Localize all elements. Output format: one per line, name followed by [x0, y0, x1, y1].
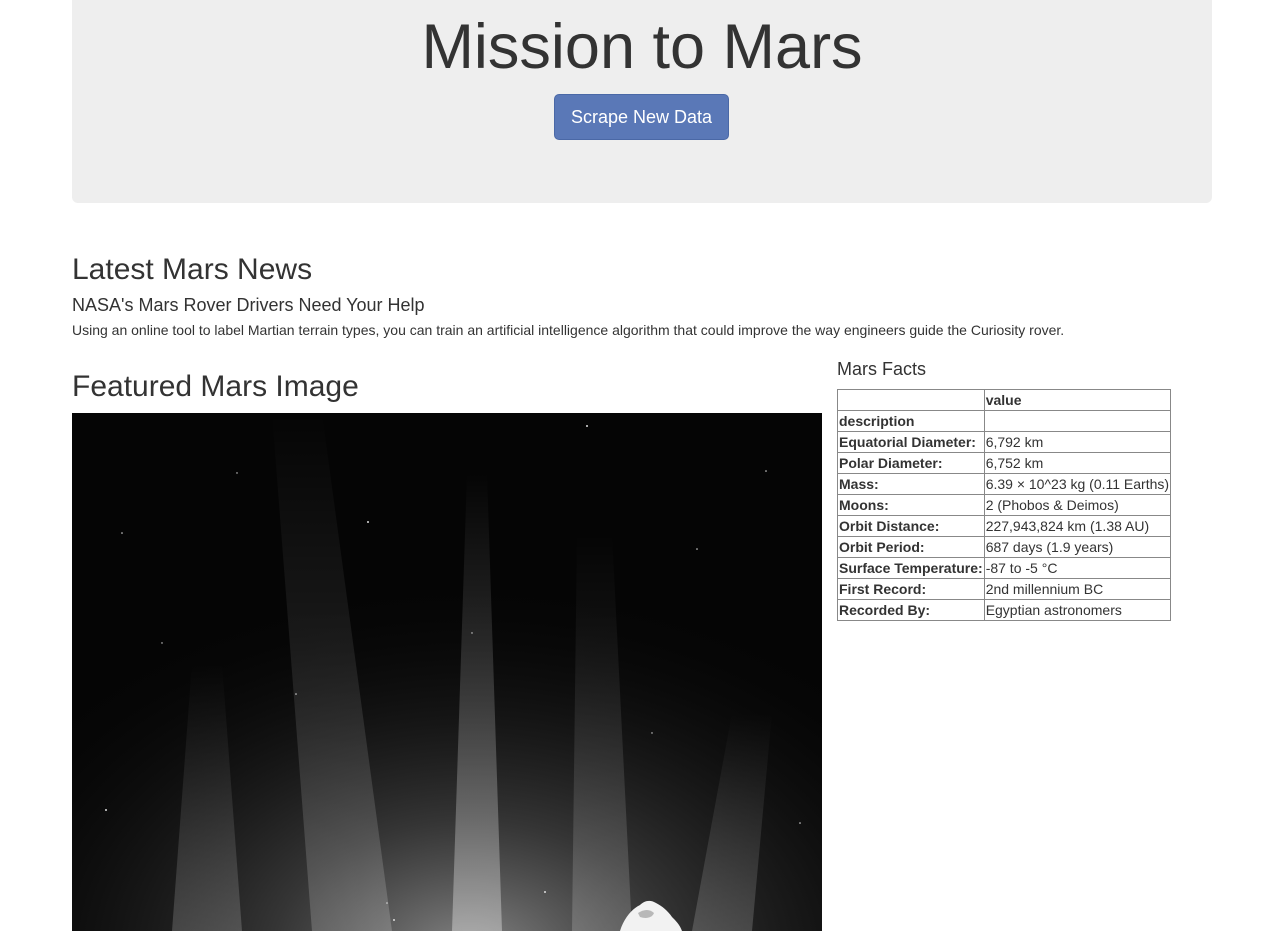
- news-paragraph: Using an online tool to label Martian te…: [72, 322, 1065, 338]
- fact-value: Egyptian astronomers: [983, 599, 1172, 621]
- fact-value: [983, 410, 1172, 432]
- featured-mars-image: [72, 413, 822, 931]
- news-title: NASA's Mars Rover Drivers Need Your Help: [72, 295, 425, 315]
- fact-label: Orbit Distance:: [837, 515, 985, 537]
- fact-value: 227,943,824 km (1.38 AU): [983, 515, 1172, 537]
- table-row: Moons: 2 (Phobos & Deimos): [837, 494, 1172, 516]
- page-title: Mission to Mars: [421, 12, 863, 82]
- fact-value: 2nd millennium BC: [983, 578, 1172, 600]
- mars-facts-heading: Mars Facts: [837, 359, 927, 379]
- fact-label: Recorded By:: [837, 599, 985, 621]
- table-row: Polar Diameter: 6,752 km: [837, 452, 1172, 474]
- table-row: Mass: 6.39 × 10^23 kg (0.11 Earths): [837, 473, 1172, 495]
- fact-label: Equatorial Diameter:: [837, 431, 985, 453]
- mars-facts-table: value description Equatorial Diameter: 6…: [837, 389, 1172, 621]
- table-row: Orbit Distance: 227,943,824 km (1.38 AU): [837, 515, 1172, 537]
- fact-label: Polar Diameter:: [837, 452, 985, 474]
- table-row: Surface Temperature: -87 to -5 °C: [837, 557, 1172, 579]
- fact-label: Surface Temperature:: [837, 557, 985, 579]
- jumbotron: Mission to Mars Scrape New Data: [72, 0, 1212, 203]
- fact-label: First Record:: [837, 578, 985, 600]
- latest-news-heading: Latest Mars News: [72, 253, 313, 286]
- fact-label: Moons:: [837, 494, 985, 516]
- fact-label: Mass:: [837, 473, 985, 495]
- fact-value: 6,752 km: [983, 452, 1172, 474]
- table-row: Recorded By: Egyptian astronomers: [837, 599, 1172, 621]
- scrape-new-data-button[interactable]: Scrape New Data: [554, 94, 729, 140]
- fact-value: 2 (Phobos & Deimos): [983, 494, 1172, 516]
- fact-value: 6.39 × 10^23 kg (0.11 Earths): [983, 473, 1172, 495]
- fact-label: description: [837, 410, 985, 432]
- table-row: First Record: 2nd millennium BC: [837, 578, 1172, 600]
- table-header-cell: [837, 389, 985, 411]
- table-row: Equatorial Diameter: 6,792 km: [837, 431, 1172, 453]
- table-row: description: [837, 410, 1172, 432]
- featured-image-heading: Featured Mars Image: [72, 370, 359, 403]
- fact-label: Orbit Period:: [837, 536, 985, 558]
- space-photo-icon: [72, 413, 822, 931]
- fact-value: 6,792 km: [983, 431, 1172, 453]
- table-header-cell: value: [983, 389, 1172, 411]
- fact-value: 687 days (1.9 years): [983, 536, 1172, 558]
- table-header-row: value: [837, 389, 1172, 411]
- fact-value: -87 to -5 °C: [983, 557, 1172, 579]
- table-row: Orbit Period: 687 days (1.9 years): [837, 536, 1172, 558]
